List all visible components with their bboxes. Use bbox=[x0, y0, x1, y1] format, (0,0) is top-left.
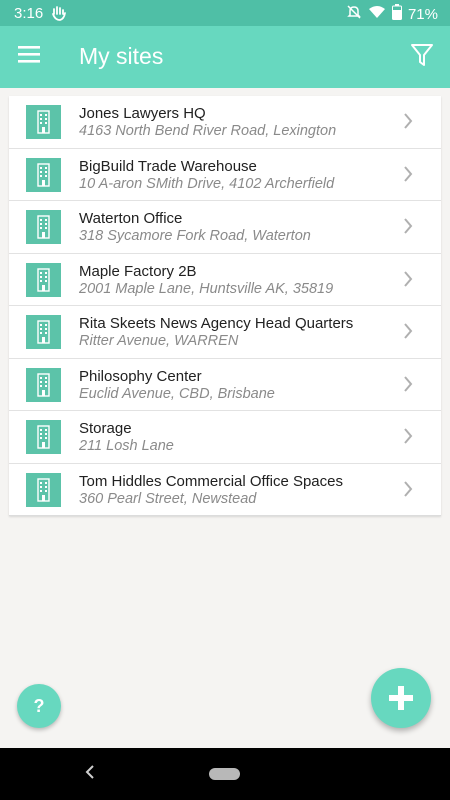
menu-icon[interactable] bbox=[18, 45, 44, 69]
site-address: 4163 North Bend River Road, Lexington bbox=[79, 123, 337, 139]
site-name: Tom Hiddles Commercial Office Spaces bbox=[79, 472, 343, 490]
battery-icon bbox=[391, 4, 402, 24]
page-title: My sites bbox=[79, 43, 164, 69]
chevron-right-icon bbox=[403, 428, 413, 449]
chevron-right-icon bbox=[403, 323, 413, 344]
status-time: 3:16 bbox=[14, 5, 44, 22]
site-address: 10 A-aron SMith Drive, 4102 Archerfield bbox=[79, 175, 335, 192]
battery-percent: 71% bbox=[407, 5, 438, 23]
site-name: Waterton Office bbox=[79, 210, 183, 227]
building-icon bbox=[26, 367, 61, 402]
plus-icon bbox=[389, 686, 413, 710]
site-list: Jones Lawyers HQ 4163 North Bend River R… bbox=[9, 96, 441, 516]
building-icon bbox=[26, 420, 61, 454]
site-address: 318 Sycamore Fork Road, Waterton bbox=[79, 228, 311, 244]
back-icon[interactable] bbox=[84, 764, 96, 785]
site-list-item[interactable]: Storage 211 Losh Lane bbox=[9, 411, 441, 464]
do-not-disturb-off-icon bbox=[346, 4, 362, 24]
site-name: Rita Skeets News Agency Head Quarters bbox=[79, 315, 354, 332]
site-name: Philosophy Center bbox=[79, 367, 202, 385]
building-icon bbox=[26, 210, 61, 244]
site-list-item[interactable]: BigBuild Trade Warehouse 10 A-aron SMith… bbox=[9, 149, 441, 201]
site-address: 211 Losh Lane bbox=[79, 438, 174, 454]
chevron-right-icon bbox=[403, 218, 413, 239]
site-name: Storage bbox=[79, 420, 132, 437]
site-name: Maple Factory 2B bbox=[79, 262, 197, 280]
building-icon bbox=[26, 262, 61, 297]
site-name: Jones Lawyers HQ bbox=[79, 105, 206, 122]
site-list-item[interactable]: Rita Skeets News Agency Head Quarters Ri… bbox=[9, 306, 441, 359]
building-icon bbox=[26, 157, 61, 192]
gesture-notification-icon bbox=[50, 4, 68, 25]
home-pill-button[interactable] bbox=[209, 768, 240, 780]
site-address: Ritter Avenue, WARREN bbox=[79, 333, 239, 349]
chevron-right-icon bbox=[403, 480, 413, 502]
chevron-right-icon bbox=[403, 165, 413, 187]
status-right: 71% bbox=[346, 4, 438, 24]
site-address: Euclid Avenue, CBD, Brisbane bbox=[79, 385, 275, 402]
site-name: BigBuild Trade Warehouse bbox=[79, 157, 257, 175]
status-bar: 3:16 71% bbox=[0, 0, 450, 26]
chevron-right-icon bbox=[403, 270, 413, 292]
building-icon bbox=[26, 105, 61, 139]
chevron-right-icon bbox=[403, 375, 413, 397]
site-list-item[interactable]: Waterton Office 318 Sycamore Fork Road, … bbox=[9, 201, 441, 254]
site-list-item[interactable]: Philosophy Center Euclid Avenue, CBD, Br… bbox=[9, 359, 441, 411]
app-bar: My sites bbox=[0, 26, 450, 88]
add-site-button[interactable] bbox=[371, 668, 431, 728]
site-list-item[interactable]: Tom Hiddles Commercial Office Spaces 360… bbox=[9, 464, 441, 516]
building-icon bbox=[26, 315, 61, 349]
wifi-icon bbox=[368, 5, 386, 23]
site-list-item[interactable]: Maple Factory 2B 2001 Maple Lane, Huntsv… bbox=[9, 254, 441, 306]
site-address: 2001 Maple Lane, Huntsville AK, 35819 bbox=[79, 280, 334, 297]
chevron-right-icon bbox=[403, 113, 413, 134]
help-button[interactable]: ? bbox=[17, 684, 61, 728]
site-list-item[interactable]: Jones Lawyers HQ 4163 North Bend River R… bbox=[9, 96, 441, 149]
system-nav-bar bbox=[0, 748, 450, 800]
building-icon bbox=[26, 472, 61, 507]
filter-icon[interactable] bbox=[410, 42, 436, 70]
site-address: 360 Pearl Street, Newstead bbox=[79, 490, 257, 507]
